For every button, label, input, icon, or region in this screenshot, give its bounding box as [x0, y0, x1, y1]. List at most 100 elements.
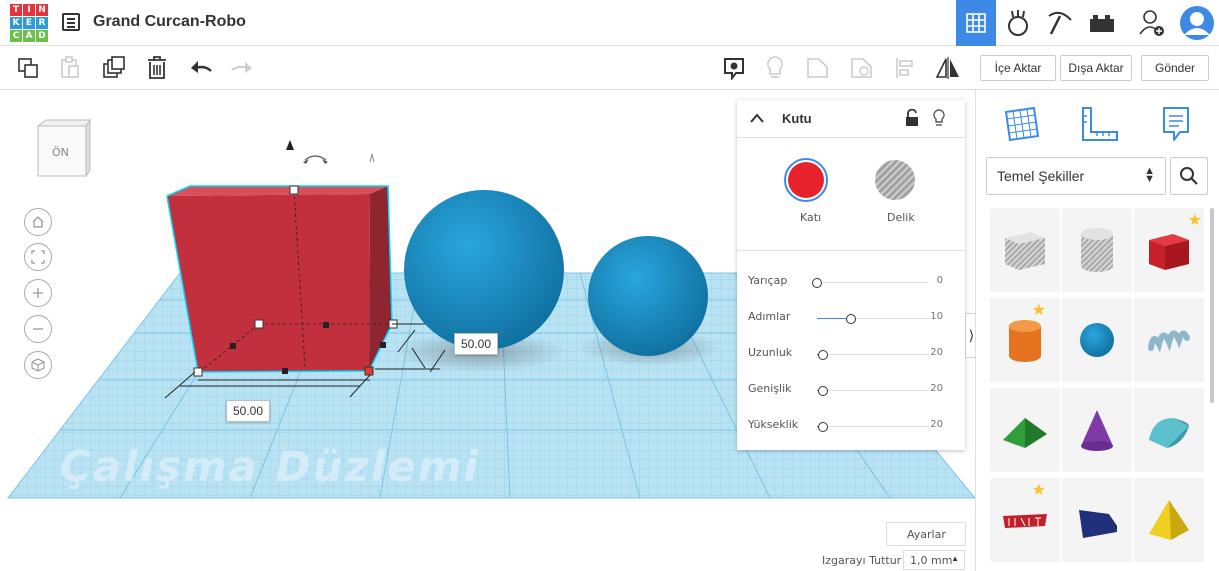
align-button[interactable] [891, 54, 919, 82]
param-label: Yarıçap [748, 274, 788, 287]
zoom-out-button[interactable] [24, 315, 52, 343]
group-shapes-icon [807, 58, 828, 78]
solid-color-button[interactable] [784, 158, 828, 202]
param-label: Adımlar [748, 310, 791, 323]
inspector-title: Kutu [782, 111, 812, 126]
round-roof-icon [1149, 418, 1189, 448]
fit-view-button[interactable] [24, 243, 52, 271]
param-value[interactable]: 20 [930, 347, 943, 358]
shape-category-select[interactable]: Temel Şekiller ▲ ▼ [986, 157, 1166, 195]
notes-bubble-icon[interactable] [1156, 104, 1196, 144]
shape-sphere[interactable] [1062, 298, 1132, 382]
shape-roof[interactable] [990, 388, 1060, 472]
shape-cylinder-hole[interactable] [1062, 208, 1132, 292]
param-value[interactable]: 20 [930, 383, 943, 394]
param-slider-knob[interactable] [817, 350, 828, 360]
grid-view-button[interactable] [956, 0, 996, 46]
paste-button[interactable] [56, 54, 84, 82]
copy-icon [18, 58, 38, 78]
lock-icon[interactable] [905, 109, 919, 127]
dimension-depth-label[interactable]: 50.00 [454, 333, 499, 355]
align-icon [896, 58, 913, 78]
delete-button[interactable] [143, 54, 171, 82]
param-slider-track[interactable] [817, 390, 929, 391]
param-slider-track[interactable] [817, 318, 929, 319]
tinker-hand-button[interactable] [998, 0, 1038, 46]
hole-button[interactable] [873, 158, 917, 202]
shape-box-hole[interactable] [990, 208, 1060, 292]
snap-grid-select[interactable]: 1,0 mm ▲ [903, 550, 965, 570]
add-user-button[interactable] [1132, 0, 1172, 46]
param-row: Yarıçap 0 [737, 272, 965, 292]
small-sphere-shape[interactable] [588, 236, 708, 356]
user-avatar-button[interactable] [1175, 0, 1219, 46]
param-value[interactable]: 0 [937, 275, 943, 286]
chevron-up-icon[interactable] [750, 113, 764, 123]
undo-button[interactable] [187, 54, 215, 82]
red-box-shape[interactable] [166, 185, 393, 373]
param-slider-knob[interactable] [845, 314, 856, 324]
roof-icon [1003, 418, 1047, 448]
perspective-button[interactable] [24, 351, 52, 379]
design-title[interactable]: Grand Curcan-Robo [93, 13, 246, 31]
zoom-in-button[interactable] [24, 279, 52, 307]
param-label: Yükseklik [748, 418, 799, 431]
param-slider-knob[interactable] [817, 422, 828, 432]
shape-search-button[interactable] [1170, 157, 1208, 195]
workplane-grid-icon[interactable] [1002, 104, 1042, 144]
send-to-button[interactable]: Gönder [1141, 55, 1209, 81]
codeblocks-button[interactable] [1040, 0, 1080, 46]
add-user-icon [1139, 10, 1164, 36]
ungroup-button[interactable] [848, 54, 876, 82]
copy-button[interactable] [14, 54, 42, 82]
designs-list-icon[interactable] [62, 13, 80, 31]
param-value[interactable]: 10 [930, 311, 943, 322]
param-slider-track[interactable] [817, 282, 929, 283]
redo-button[interactable] [228, 54, 256, 82]
lightbulb-icon[interactable] [932, 108, 946, 128]
duplicate-button[interactable] [100, 54, 128, 82]
settings-button[interactable]: Ayarlar [886, 522, 966, 546]
search-icon [1180, 167, 1198, 185]
group-button[interactable] [804, 54, 832, 82]
mirror-button[interactable] [934, 54, 962, 82]
large-sphere-shape[interactable] [404, 190, 564, 350]
view-cube[interactable]: ÖN [36, 118, 92, 178]
inspector-divider [737, 250, 965, 251]
select-arrows-icon: ▲ ▼ [1144, 165, 1155, 185]
bricks-button[interactable] [1082, 0, 1122, 46]
import-button[interactable]: İçe Aktar [980, 55, 1056, 81]
param-slider-track[interactable] [817, 426, 929, 427]
shape-round-roof[interactable] [1134, 388, 1204, 472]
shape-pyramid[interactable] [1134, 478, 1204, 562]
notes-button[interactable] [720, 54, 748, 82]
param-value[interactable]: 20 [930, 419, 943, 430]
solid-color-swatch [788, 162, 824, 198]
ruler-icon[interactable] [1079, 104, 1119, 144]
shape-box[interactable]: ★ [1134, 208, 1204, 292]
show-hidden-button[interactable] [761, 54, 789, 82]
param-label: Genişlik [748, 382, 792, 395]
shapes-scrollbar[interactable] [1210, 208, 1214, 403]
shape-scribble[interactable] [1134, 298, 1204, 382]
view-cube-label: ÖN [52, 146, 69, 159]
star-icon: ★ [1187, 212, 1202, 229]
export-button[interactable]: Dışa Aktar [1060, 55, 1132, 81]
home-view-button[interactable] [24, 208, 52, 236]
param-slider-knob[interactable] [817, 386, 828, 396]
user-avatar [1180, 6, 1214, 40]
rotate-handles[interactable] [286, 140, 375, 164]
shape-cone[interactable] [1062, 388, 1132, 472]
tinkercad-logo[interactable]: TIN KER CAD [10, 4, 48, 42]
dimension-width-label[interactable]: 50.00 [226, 400, 271, 422]
box-icon [1149, 234, 1189, 270]
cylinder-hole-icon [1081, 228, 1113, 272]
logo-letter: T [10, 4, 22, 16]
param-slider-knob[interactable] [812, 278, 822, 288]
shape-text[interactable]: ★ [990, 478, 1060, 562]
param-slider-track[interactable] [817, 354, 929, 355]
pickaxe-icon [1048, 11, 1072, 35]
trash-icon [148, 56, 166, 79]
shape-cylinder[interactable]: ★ [990, 298, 1060, 382]
shape-wedge[interactable] [1062, 478, 1132, 562]
